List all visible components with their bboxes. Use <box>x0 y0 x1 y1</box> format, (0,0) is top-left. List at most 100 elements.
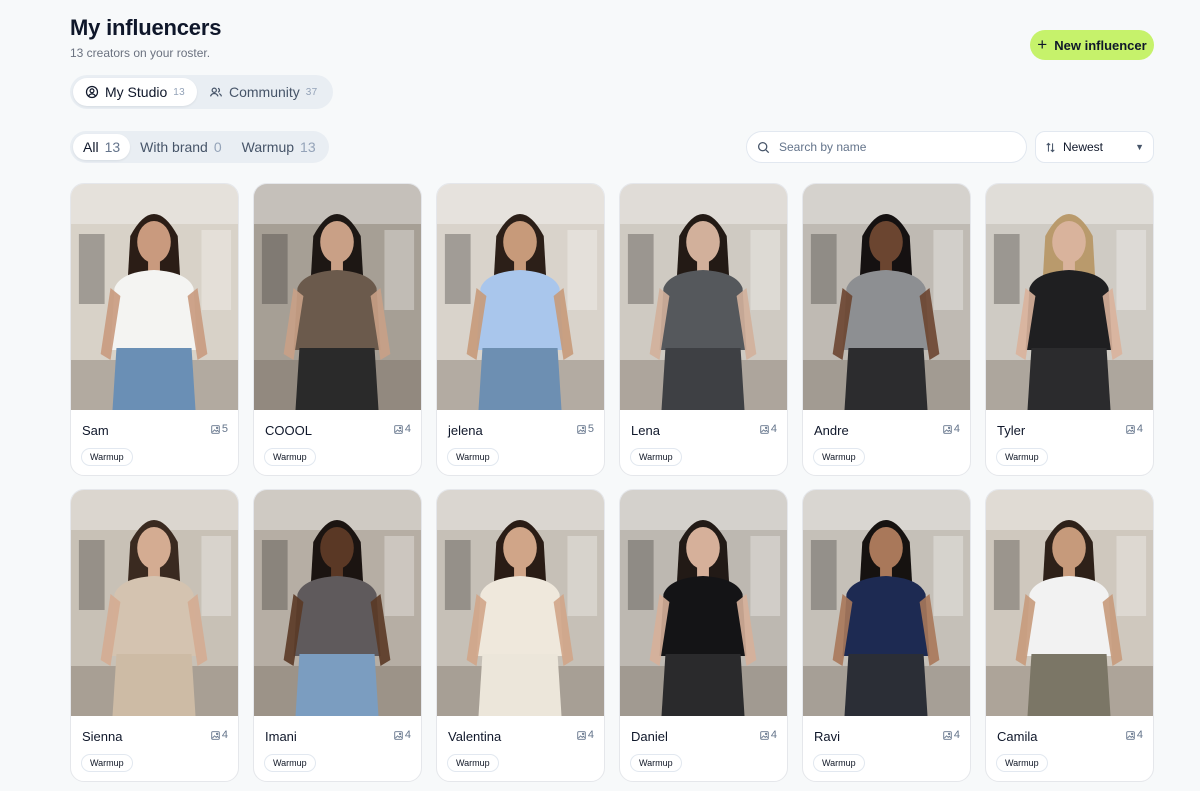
influencer-photo <box>986 490 1153 716</box>
tab-community[interactable]: Community 37 <box>197 78 330 106</box>
influencer-photo <box>437 490 604 716</box>
filter-tabs: All 13 With brand 0 Warmup 13 <box>70 131 329 163</box>
image-icon <box>211 424 220 434</box>
image-icon <box>943 730 952 740</box>
page-subtitle: 13 creators on your roster. <box>70 46 211 60</box>
tab-community-label: Community <box>228 84 300 100</box>
influencer-card[interactable]: COOOL 4 Warmup <box>253 183 422 476</box>
influencer-name: Daniel <box>631 729 668 744</box>
influencer-name: Camila <box>997 729 1038 744</box>
influencer-card[interactable]: jelena 5 Warmup <box>436 183 605 476</box>
search-box <box>746 131 1027 163</box>
status-badge: Warmup <box>630 754 682 772</box>
influencer-photo <box>803 490 970 716</box>
filter-with-brand-count: 0 <box>213 139 222 155</box>
status-badge: Warmup <box>447 754 499 772</box>
tab-my-studio[interactable]: My Studio 13 <box>73 78 197 106</box>
status-badge: Warmup <box>996 754 1048 772</box>
influencer-name: Sam <box>82 423 109 438</box>
photo-count-value: 4 <box>770 423 777 435</box>
photo-count: 5 <box>577 423 594 435</box>
image-icon <box>211 730 220 740</box>
photo-count-value: 5 <box>221 423 228 435</box>
search-input[interactable] <box>779 140 1016 154</box>
influencer-name: Andre <box>814 423 849 438</box>
influencer-name: jelena <box>448 423 483 438</box>
filter-with-brand-label: With brand <box>140 139 208 155</box>
image-icon <box>394 424 403 434</box>
influencer-photo <box>437 184 604 410</box>
photo-count-value: 4 <box>1136 729 1143 741</box>
sort-label: Newest <box>1063 140 1104 154</box>
photo-count: 4 <box>1126 423 1143 435</box>
image-icon <box>760 424 769 434</box>
tab-community-count: 37 <box>305 86 318 98</box>
photo-count: 5 <box>211 423 228 435</box>
sort-select[interactable]: Newest ▼ <box>1035 131 1154 163</box>
influencer-card[interactable]: Sam 5 Warmup <box>70 183 239 476</box>
filter-warmup-count: 13 <box>300 139 316 155</box>
search-icon <box>757 141 770 153</box>
photo-count-value: 4 <box>587 729 594 741</box>
filter-warmup-label: Warmup <box>241 139 295 155</box>
image-icon <box>577 424 586 434</box>
scope-tabs: My Studio 13 Community 37 <box>70 75 333 109</box>
status-badge: Warmup <box>996 448 1048 466</box>
photo-count-value: 4 <box>1136 423 1143 435</box>
influencer-name: Imani <box>265 729 297 744</box>
status-badge: Warmup <box>630 448 682 466</box>
influencer-card[interactable]: Ravi 4 Warmup <box>802 489 971 782</box>
influencer-card[interactable]: Valentina 4 Warmup <box>436 489 605 782</box>
influencer-card[interactable]: Lena 4 Warmup <box>619 183 788 476</box>
influencer-photo <box>71 184 238 410</box>
status-badge: Warmup <box>264 754 316 772</box>
photo-count: 4 <box>1126 729 1143 741</box>
influencer-grid: Sam 5 Warmup COOOL 4 Warmup jelena 5 Warmup Lena 4… <box>70 183 1154 782</box>
photo-count-value: 4 <box>770 729 777 741</box>
influencer-photo <box>620 184 787 410</box>
influencer-card[interactable]: Imani 4 Warmup <box>253 489 422 782</box>
influencer-card[interactable]: Andre 4 Warmup <box>802 183 971 476</box>
photo-count: 4 <box>394 423 411 435</box>
image-icon <box>943 424 952 434</box>
photo-count-value: 4 <box>953 423 960 435</box>
status-badge: Warmup <box>813 754 865 772</box>
influencer-name: COOOL <box>265 423 312 438</box>
new-influencer-button[interactable]: + New influencer <box>1030 30 1154 60</box>
filter-warmup[interactable]: Warmup 13 <box>232 134 326 160</box>
tab-my-studio-label: My Studio <box>105 84 168 100</box>
photo-count: 4 <box>760 729 777 741</box>
filter-with-brand[interactable]: With brand 0 <box>130 134 232 160</box>
influencer-card[interactable]: Tyler 4 Warmup <box>985 183 1154 476</box>
image-icon <box>577 730 586 740</box>
influencer-name: Valentina <box>448 729 502 744</box>
sort-arrows-icon <box>1046 142 1055 152</box>
filter-all-label: All <box>83 139 99 155</box>
filter-all[interactable]: All 13 <box>73 134 131 160</box>
status-badge: Warmup <box>81 448 133 466</box>
influencer-photo <box>254 184 421 410</box>
users-icon <box>209 87 223 97</box>
status-badge: Warmup <box>447 448 499 466</box>
influencer-name: Sienna <box>82 729 123 744</box>
status-badge: Warmup <box>264 448 316 466</box>
filter-all-count: 13 <box>104 139 121 155</box>
new-influencer-label: New influencer <box>1054 37 1147 53</box>
influencer-name: Ravi <box>814 729 841 744</box>
influencer-photo <box>986 184 1153 410</box>
image-icon <box>1126 424 1135 434</box>
photo-count-value: 4 <box>221 729 228 741</box>
chevron-down-icon: ▼ <box>1135 142 1144 152</box>
photo-count-value: 4 <box>404 729 411 741</box>
influencer-card[interactable]: Sienna 4 Warmup <box>70 489 239 782</box>
plus-icon: + <box>1037 34 1048 54</box>
photo-count: 4 <box>211 729 228 741</box>
photo-count: 4 <box>760 423 777 435</box>
photo-count-value: 4 <box>953 729 960 741</box>
tab-my-studio-count: 13 <box>173 86 185 98</box>
influencer-card[interactable]: Daniel 4 Warmup <box>619 489 788 782</box>
photo-count: 4 <box>943 729 960 741</box>
influencer-card[interactable]: Camila 4 Warmup <box>985 489 1154 782</box>
image-icon <box>760 730 769 740</box>
user-circle-icon <box>85 85 99 99</box>
